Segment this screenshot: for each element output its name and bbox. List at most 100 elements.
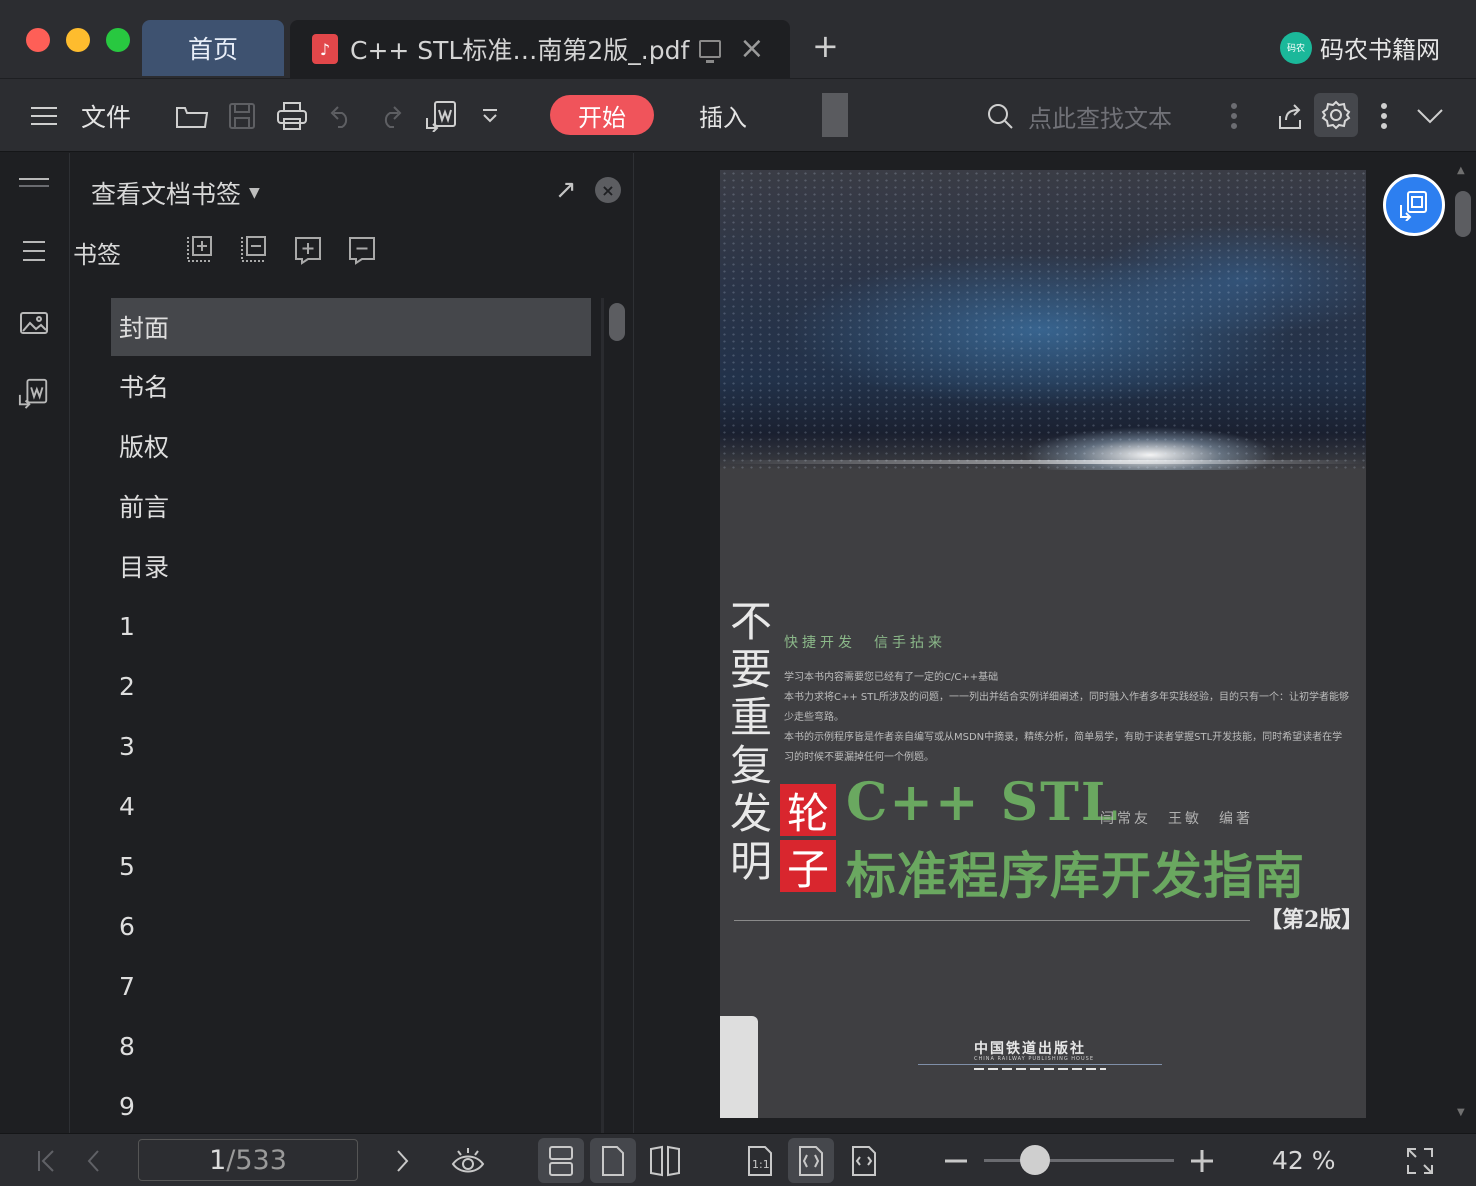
bookmark-scroll-track[interactable] — [601, 298, 604, 1133]
divider-dots-icon — [1222, 79, 1246, 153]
zoom-percentage[interactable]: 42 % — [1272, 1146, 1336, 1175]
brand[interactable]: 码农 码农书籍网 — [1280, 30, 1440, 65]
bookmark-view-dropdown[interactable]: 查看文档书签 ▼ — [91, 175, 260, 211]
two-page-icon[interactable] — [642, 1134, 688, 1186]
scroll-down-arrow-icon[interactable]: ▼ — [1457, 1107, 1465, 1118]
close-tab-icon[interactable]: × — [739, 34, 764, 64]
cover-sticker — [720, 1016, 758, 1118]
tab-document[interactable]: ♪ C++ STL标准…南第2版_.pdf × — [290, 20, 790, 78]
close-window-button[interactable] — [26, 28, 50, 52]
single-page-icon[interactable] — [590, 1138, 636, 1183]
first-page-icon[interactable] — [30, 1134, 62, 1186]
bookmark-item[interactable]: 版权 — [111, 416, 591, 476]
tab-document-label: C++ STL标准…南第2版_.pdf — [350, 36, 690, 65]
page-number-field[interactable]: 1/533 — [138, 1139, 358, 1181]
bookmark-panel-title: 查看文档书签 — [91, 180, 242, 209]
bookmark-item[interactable]: 9 — [111, 1076, 591, 1136]
zoom-slider-knob[interactable] — [1020, 1145, 1050, 1175]
bookmark-item[interactable]: 1 — [111, 596, 591, 656]
previous-page-icon[interactable] — [78, 1134, 110, 1186]
print-icon[interactable] — [272, 79, 312, 153]
current-page: 1 — [209, 1144, 227, 1176]
bookmark-item[interactable]: 7 — [111, 956, 591, 1016]
dropdown-caret-icon: ▼ — [249, 185, 260, 201]
toolbar-overflow-handle[interactable] — [822, 93, 848, 137]
svg-text:1:1: 1:1 — [752, 1158, 770, 1171]
zoom-out-icon[interactable] — [940, 1134, 972, 1186]
brand-logo: 码农 — [1280, 31, 1312, 64]
cover-red-char: 子 — [780, 840, 836, 894]
cover-red-char: 轮 — [780, 784, 836, 838]
cover-publisher-line — [918, 1064, 1162, 1065]
pop-out-arrow-icon[interactable]: ↗ — [555, 175, 577, 205]
fit-width-icon[interactable] — [844, 1134, 884, 1186]
more-tools-dropdown-icon[interactable] — [474, 79, 506, 153]
tab-home-label: 首页 — [187, 35, 238, 64]
scroll-up-arrow-icon[interactable]: ▲ — [1457, 165, 1465, 176]
cover-authors: 闫常友 王敏 编著 — [1100, 811, 1253, 827]
tab-start[interactable]: 开始 — [550, 95, 654, 135]
document-scrollbar-thumb[interactable] — [1455, 191, 1471, 237]
continuous-scroll-icon[interactable] — [538, 1138, 584, 1183]
bookmark-item[interactable]: 5 — [111, 836, 591, 896]
save-icon[interactable] — [222, 79, 262, 153]
bookmark-item[interactable]: 4 — [111, 776, 591, 836]
maximize-window-button[interactable] — [106, 28, 130, 52]
bookmark-item[interactable]: 封面 — [111, 298, 591, 356]
cover-publisher-dashes — [974, 1068, 1106, 1070]
cover-description: 学习本书内容需要您已经有了一定的C/C++基础 本书力求将C++ STL所涉及的… — [784, 668, 1350, 768]
cover-publisher-english: CHINA RAILWAY PUBLISHING HOUSE — [974, 1056, 1094, 1062]
bookmark-scrollbar-thumb[interactable] — [609, 303, 625, 341]
pdf-file-icon: ♪ — [312, 34, 338, 64]
minimize-window-button[interactable] — [66, 28, 90, 52]
bookmark-list-icon[interactable] — [14, 231, 54, 271]
expand-all-icon[interactable] — [185, 235, 215, 265]
actual-size-icon[interactable]: 1:1 — [740, 1134, 780, 1186]
tab-home[interactable]: 首页 — [142, 20, 284, 76]
collapse-toolbar-chevron-icon[interactable] — [1410, 79, 1450, 153]
main-toolbar: 文件 开始 插入 点此查找文本 — [0, 78, 1476, 152]
collapse-panel-icon[interactable] — [14, 163, 54, 203]
convert-icon[interactable] — [14, 373, 54, 413]
undo-icon[interactable] — [324, 79, 360, 153]
monitor-icon[interactable] — [699, 40, 722, 63]
bookmark-item[interactable]: 2 — [111, 656, 591, 716]
fullscreen-icon[interactable] — [1402, 1134, 1438, 1186]
eye-protection-icon[interactable] — [448, 1134, 488, 1186]
cover-divider — [734, 920, 1250, 921]
settings-gear-icon[interactable] — [1314, 93, 1358, 137]
share-icon[interactable] — [1272, 79, 1308, 153]
bookmark-item[interactable]: 3 — [111, 716, 591, 776]
cover-description-line: 本书力求将C++ STL所涉及的问题，一一列出并结合实例详细阐述，同时融入作者多… — [784, 692, 1349, 723]
tab-insert[interactable]: 插入 — [686, 95, 760, 135]
bookmark-panel: 查看文档书签 ▼ ↗ × 书签 封面 书名 版权 前言 目录 1 2 3 4 5… — [71, 153, 634, 1133]
pdf-to-word-icon[interactable] — [422, 79, 462, 153]
file-menu[interactable]: 文件 — [78, 79, 134, 153]
bookmark-item[interactable]: 前言 — [111, 476, 591, 536]
cover-title-line2: 标准程序库开发指南 — [846, 847, 1305, 905]
add-bookmark-icon[interactable] — [293, 235, 323, 265]
redo-icon[interactable] — [372, 79, 408, 153]
collapse-all-icon[interactable] — [239, 235, 269, 265]
bookmark-item[interactable]: 8 — [111, 1016, 591, 1076]
close-panel-icon[interactable]: × — [595, 177, 621, 203]
total-pages: /533 — [226, 1144, 287, 1176]
fit-page-icon[interactable] — [788, 1138, 834, 1183]
thumbnails-icon[interactable] — [14, 303, 54, 343]
bookmark-item[interactable]: 目录 — [111, 536, 591, 596]
hamburger-menu-icon[interactable] — [26, 79, 62, 153]
open-folder-icon[interactable] — [172, 79, 212, 153]
floating-convert-button[interactable] — [1383, 174, 1445, 236]
new-tab-button[interactable]: + — [812, 30, 839, 62]
bookmark-item[interactable]: 书名 — [111, 356, 591, 416]
next-page-icon[interactable] — [386, 1134, 418, 1186]
search-icon[interactable] — [984, 79, 1016, 153]
bookmark-item[interactable]: 6 — [111, 896, 591, 956]
more-options-icon[interactable] — [1372, 79, 1396, 153]
zoom-in-icon[interactable] — [1186, 1134, 1218, 1186]
cover-publisher: 中国铁道出版社 — [974, 1041, 1086, 1057]
status-bar: 1/533 1:1 42 % — [0, 1133, 1476, 1186]
delete-bookmark-icon[interactable] — [347, 235, 377, 265]
search-text-field[interactable]: 点此查找文本 — [1028, 99, 1172, 134]
zoom-slider-track[interactable] — [984, 1159, 1174, 1162]
